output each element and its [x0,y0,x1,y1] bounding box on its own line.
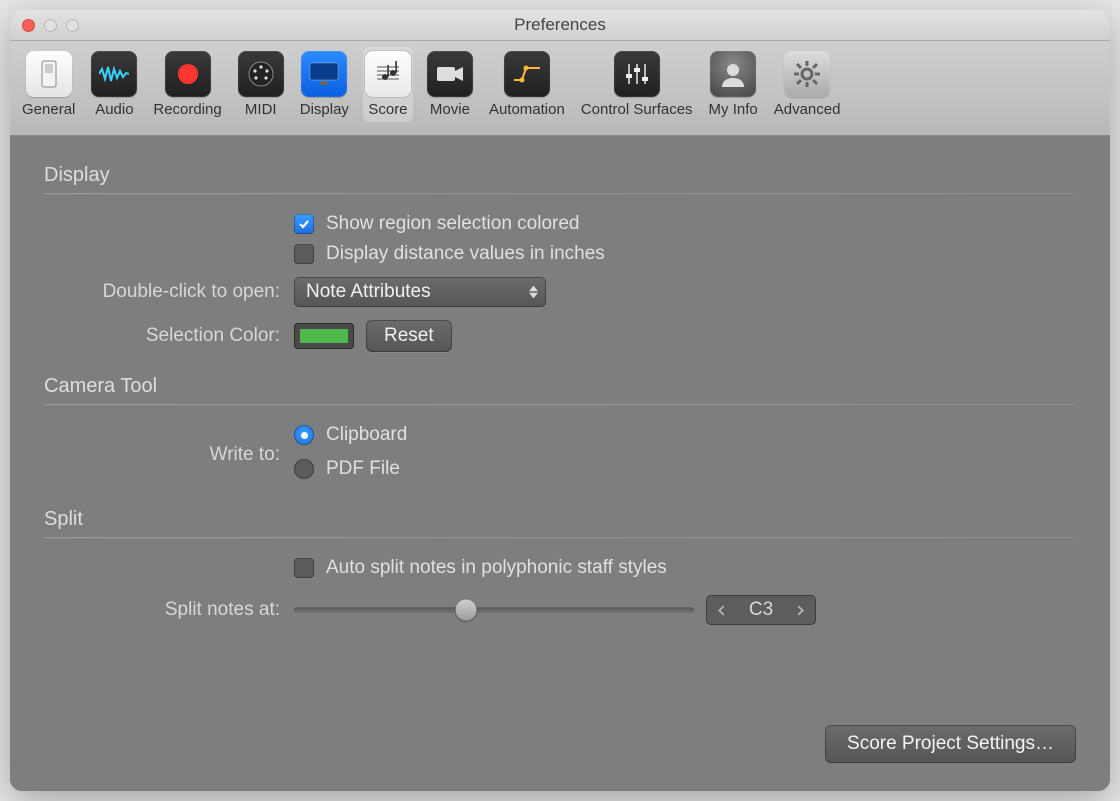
tab-automation[interactable]: Automation [487,47,567,122]
tab-midi[interactable]: MIDI [236,47,286,122]
divider [44,404,1076,406]
split-value-stepper[interactable]: C3 [706,595,816,625]
person-icon [710,51,756,97]
tab-recording[interactable]: Recording [151,47,223,122]
write-to-pdf-radio[interactable] [294,459,314,479]
split-notes-label: Split notes at: [44,599,294,621]
tab-control-surfaces[interactable]: Control Surfaces [579,47,695,122]
tab-score[interactable]: Score [363,47,413,122]
write-to-label: Write to: [44,444,294,466]
auto-split-checkbox[interactable] [294,558,314,578]
distance-inches-checkbox[interactable] [294,244,314,264]
write-to-pdf-label: PDF File [326,458,400,480]
faders-icon [614,51,660,97]
split-value: C3 [741,599,781,621]
tab-label: Audio [95,101,133,118]
split-notes-slider[interactable] [294,600,694,620]
slider-track [294,608,694,613]
show-region-colored-label: Show region selection colored [326,213,580,235]
selection-color-label: Selection Color: [44,325,294,347]
selection-color-well[interactable] [294,323,354,349]
score-project-settings-button[interactable]: Score Project Settings… [825,725,1076,763]
tab-display[interactable]: Display [298,47,351,122]
record-icon [165,51,211,97]
auto-split-label: Auto split notes in polyphonic staff sty… [326,557,667,579]
tab-label: Advanced [774,101,841,118]
camera-icon [427,51,473,97]
midi-icon [238,51,284,97]
section-camera-title: Camera Tool [44,375,1076,398]
tab-audio[interactable]: Audio [89,47,139,122]
double-click-select[interactable]: Note Attributes [294,277,546,307]
tab-label: Display [300,101,349,118]
tab-label: Score [368,101,407,118]
waveform-icon [91,51,137,97]
tab-movie[interactable]: Movie [425,47,475,122]
section-split-title: Split [44,508,1076,531]
divider [44,537,1076,539]
automation-icon [504,51,550,97]
tab-label: General [22,101,75,118]
reset-button[interactable]: Reset [366,320,452,352]
divider [44,193,1076,195]
tab-label: Control Surfaces [581,101,693,118]
tab-advanced[interactable]: Advanced [772,47,843,122]
tab-label: My Info [709,101,758,118]
show-region-colored-checkbox[interactable] [294,214,314,234]
tab-label: Movie [430,101,470,118]
monitor-icon [301,51,347,97]
switch-icon [26,51,72,97]
double-click-label: Double-click to open: [44,281,294,303]
tab-label: MIDI [245,101,277,118]
preferences-toolbar: General Audio Recording MIDI Display [10,41,1110,136]
double-click-value: Note Attributes [306,281,431,302]
window-title: Preferences [10,15,1110,35]
score-icon [365,51,411,97]
chevron-right-icon [795,605,806,616]
tab-label: Recording [153,101,221,118]
selection-color-swatch [300,329,348,343]
tab-general[interactable]: General [20,47,77,122]
tab-my-info[interactable]: My Info [707,47,760,122]
updown-icon [529,286,538,299]
section-display-title: Display [44,164,1076,187]
write-to-clipboard-label: Clipboard [326,424,407,446]
gear-icon [784,51,830,97]
slider-thumb[interactable] [456,600,477,621]
distance-inches-label: Display distance values in inches [326,243,605,265]
tab-label: Automation [489,101,565,118]
write-to-clipboard-radio[interactable] [294,425,314,445]
chevron-left-icon [716,605,727,616]
